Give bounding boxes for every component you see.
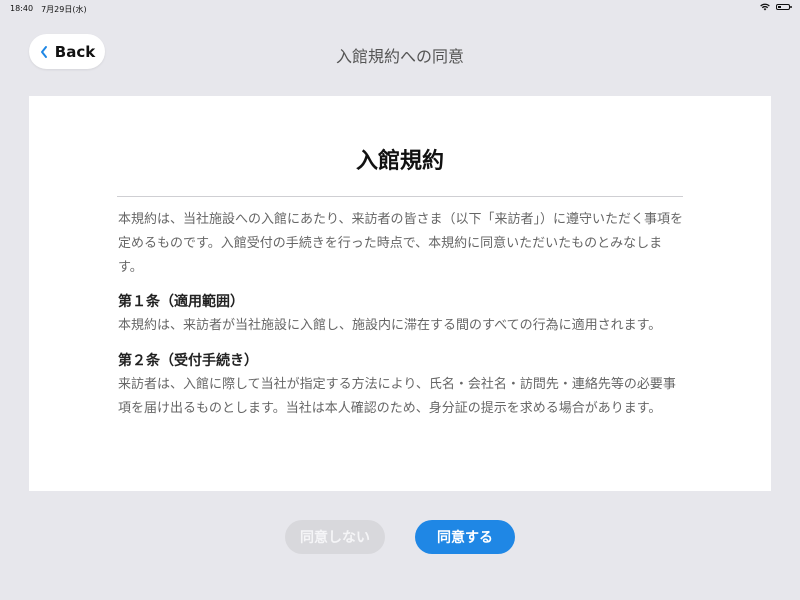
article-2-title: 第２条（受付手続き） xyxy=(118,353,258,369)
status-date: 7月29日(水) xyxy=(41,5,87,14)
disagree-button-label: 同意しない xyxy=(300,530,370,546)
agree-button[interactable]: 同意する xyxy=(415,520,515,554)
battery-icon xyxy=(776,4,792,10)
document-content: 本規約は、当社施設への入館にあたり、来訪者の皆さま（以下「来訪者」）に遵守いただ… xyxy=(118,208,684,432)
wifi-icon xyxy=(760,3,770,11)
document-intro: 本規約は、当社施設への入館にあたり、来訪者の皆さま（以下「来訪者」）に遵守いただ… xyxy=(118,212,683,275)
document-heading: 入館規約 xyxy=(355,149,444,174)
status-right xyxy=(760,3,792,11)
terms-card: 入館規約 本規約は、当社施設への入館にあたり、来訪者の皆さま（以下「来訪者」）に… xyxy=(29,96,771,491)
status-time: 18:40 xyxy=(10,4,34,13)
agree-button-label: 同意する xyxy=(437,530,493,546)
divider xyxy=(117,196,683,197)
disagree-button[interactable]: 同意しない xyxy=(285,520,385,554)
page-title: 入館規約への同意 xyxy=(335,47,464,66)
article-1-text: 本規約は、来訪者が当社施設に入館し、施設内に滞在する間のすべての行為に適用されま… xyxy=(118,318,662,333)
article-1-title: 第１条（適用範囲） xyxy=(118,294,244,310)
status-bar: 18:40 7月29日(水) xyxy=(0,0,800,18)
article-2-text: 来訪者は、入館に際して当社が指定する方法により、氏名・会社名・訪問先・連絡先等の… xyxy=(118,377,676,416)
status-left: 18:40 7月29日(水) xyxy=(10,4,87,15)
